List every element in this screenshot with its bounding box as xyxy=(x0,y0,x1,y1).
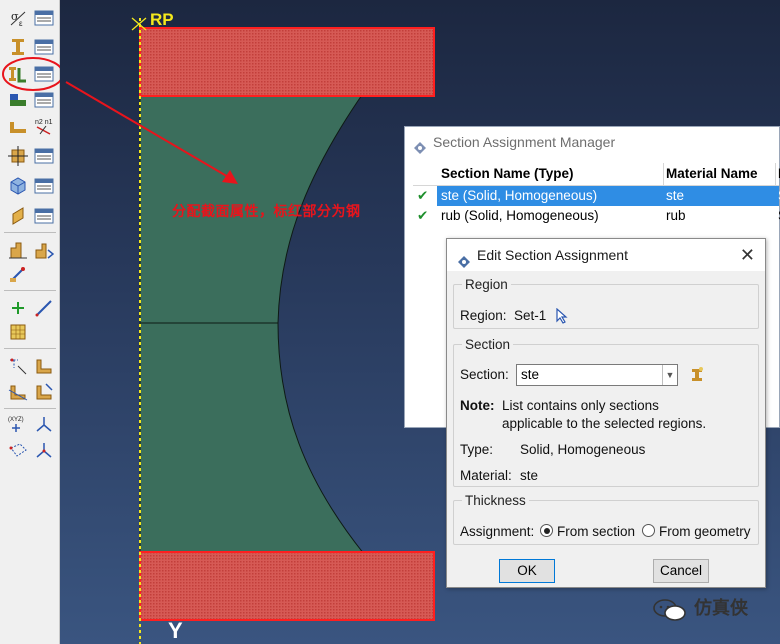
wechat-icon xyxy=(652,598,688,625)
select-region-icon[interactable] xyxy=(556,307,568,327)
toolbox-separator xyxy=(4,290,56,291)
triad-icon[interactable] xyxy=(34,440,54,460)
section-group: Section Section: ste ▼ Note: List contai… xyxy=(453,337,759,487)
from-geometry-label: From geometry xyxy=(659,524,751,539)
assign-shell-offset-icon[interactable] xyxy=(8,206,28,226)
steel-bottom-plate xyxy=(139,551,435,621)
special-skin-icon[interactable] xyxy=(8,240,28,260)
query-point-icon[interactable] xyxy=(34,414,54,434)
steel-top-plate xyxy=(139,27,435,97)
table-row[interactable]: ✔ rub (Solid, Homogeneous) rub S xyxy=(413,206,780,226)
partition-face-icon[interactable] xyxy=(8,356,28,376)
section-select[interactable]: ste ▼ xyxy=(516,364,678,386)
from-geometry-radio[interactable]: From geometry xyxy=(642,524,751,539)
window-icon xyxy=(457,248,471,280)
from-section-radio[interactable]: From section xyxy=(540,524,635,539)
table-row[interactable]: ✔ ste (Solid, Homogeneous) ste S xyxy=(413,186,780,206)
composite-manager-icon[interactable] xyxy=(34,146,54,166)
assign-ref-node-icon[interactable]: n2 n1 xyxy=(34,116,54,136)
section-select-value: ste xyxy=(521,367,540,382)
watermark-text: 仿真侠 xyxy=(694,598,748,618)
datum-point-icon[interactable] xyxy=(8,298,28,318)
create-section-icon[interactable] xyxy=(690,366,704,385)
datum-axis-icon[interactable] xyxy=(34,298,54,318)
dialog-title-bar[interactable]: Edit Section Assignment ✕ xyxy=(447,239,765,271)
create-composite-layup-icon[interactable] xyxy=(8,146,28,166)
note-label: Note: xyxy=(460,398,495,413)
note-line-1: List contains only sections xyxy=(502,398,659,413)
toolbox-separator xyxy=(4,348,56,349)
assign-beam-orientation-icon[interactable] xyxy=(8,116,28,136)
column-divider xyxy=(663,163,664,185)
type-label: Type: xyxy=(460,442,494,457)
csys-icon[interactable] xyxy=(34,382,54,402)
create-material-icon[interactable]: σε xyxy=(8,8,28,28)
section-group-title: Section xyxy=(465,337,511,352)
dialog-title: Edit Section Assignment xyxy=(477,247,628,263)
svg-text:(XYZ): (XYZ) xyxy=(8,417,24,423)
shell-offset-manager-icon[interactable] xyxy=(34,206,54,226)
datum-plane-icon[interactable] xyxy=(8,322,28,342)
col-section-name[interactable]: Section Name (Type) xyxy=(441,166,574,181)
y-axis-label: Y xyxy=(168,618,183,643)
table-header: Section Name (Type) Material Name I xyxy=(413,163,780,186)
row-section: rub (Solid, Homogeneous) xyxy=(441,208,599,223)
check-icon: ✔ xyxy=(417,208,429,223)
region-group: Region Region: Set-1 xyxy=(453,277,759,329)
close-icon[interactable]: ✕ xyxy=(740,239,755,271)
from-section-label: From section xyxy=(557,524,636,539)
material-manager-icon[interactable] xyxy=(34,8,54,28)
check-icon: ✔ xyxy=(417,188,429,203)
assign-material-orientation-icon[interactable] xyxy=(8,176,28,196)
column-divider xyxy=(775,163,776,185)
svg-text:n2 n1: n2 n1 xyxy=(35,119,53,126)
note-line-2: applicable to the selected regions. xyxy=(502,416,707,431)
edit-section-assignment-dialog: Edit Section Assignment ✕ Region Region:… xyxy=(446,238,766,588)
radio-unselected-icon[interactable] xyxy=(642,524,655,537)
col-material-name[interactable]: Material Name xyxy=(666,166,758,181)
thickness-group-title: Thickness xyxy=(465,493,526,508)
row-material: rub xyxy=(666,208,686,223)
manager-title-bar[interactable]: Section Assignment Manager xyxy=(405,127,779,157)
assignment-label: Assignment: xyxy=(460,524,535,539)
type-value: Solid, Homogeneous xyxy=(520,442,646,457)
ok-button[interactable]: OK xyxy=(499,559,555,583)
chevron-down-icon[interactable]: ▼ xyxy=(662,365,677,385)
annotation-text: 分配截面属性，标红部分为钢 xyxy=(172,204,361,220)
material-value: ste xyxy=(520,468,539,483)
manager-title: Section Assignment Manager xyxy=(433,134,616,150)
query-node-icon[interactable] xyxy=(8,440,28,460)
row-section: ste (Solid, Homogeneous) xyxy=(441,188,598,203)
toolbox-separator xyxy=(4,232,56,233)
thickness-group: Thickness Assignment: From section From … xyxy=(453,493,759,545)
material-label: Material: xyxy=(460,468,512,483)
assignment-table: Section Name (Type) Material Name I ✔ st… xyxy=(413,163,780,226)
inertia-icon[interactable] xyxy=(8,264,28,284)
row-material: ste xyxy=(666,188,685,203)
radio-selected-icon[interactable] xyxy=(540,524,553,537)
region-group-title: Region xyxy=(465,277,508,292)
material-orientation-manager-icon[interactable] xyxy=(34,176,54,196)
create-partition-icon[interactable] xyxy=(8,382,28,402)
partition-cell-icon[interactable] xyxy=(34,356,54,376)
view-direction-icon[interactable]: (XYZ) xyxy=(8,414,28,434)
region-value: Set-1 xyxy=(514,308,547,323)
region-label: Region: xyxy=(460,308,507,323)
rp-label: RP xyxy=(150,10,174,29)
special-stringer-icon[interactable] xyxy=(34,240,54,260)
toolbox-separator xyxy=(4,408,56,409)
svg-text:ε: ε xyxy=(19,19,23,28)
window-icon xyxy=(413,135,427,165)
cancel-button[interactable]: Cancel xyxy=(653,559,709,583)
module-toolbox: σε n2 n1 (XYZ) xyxy=(0,0,60,644)
section-label: Section: xyxy=(460,367,509,382)
